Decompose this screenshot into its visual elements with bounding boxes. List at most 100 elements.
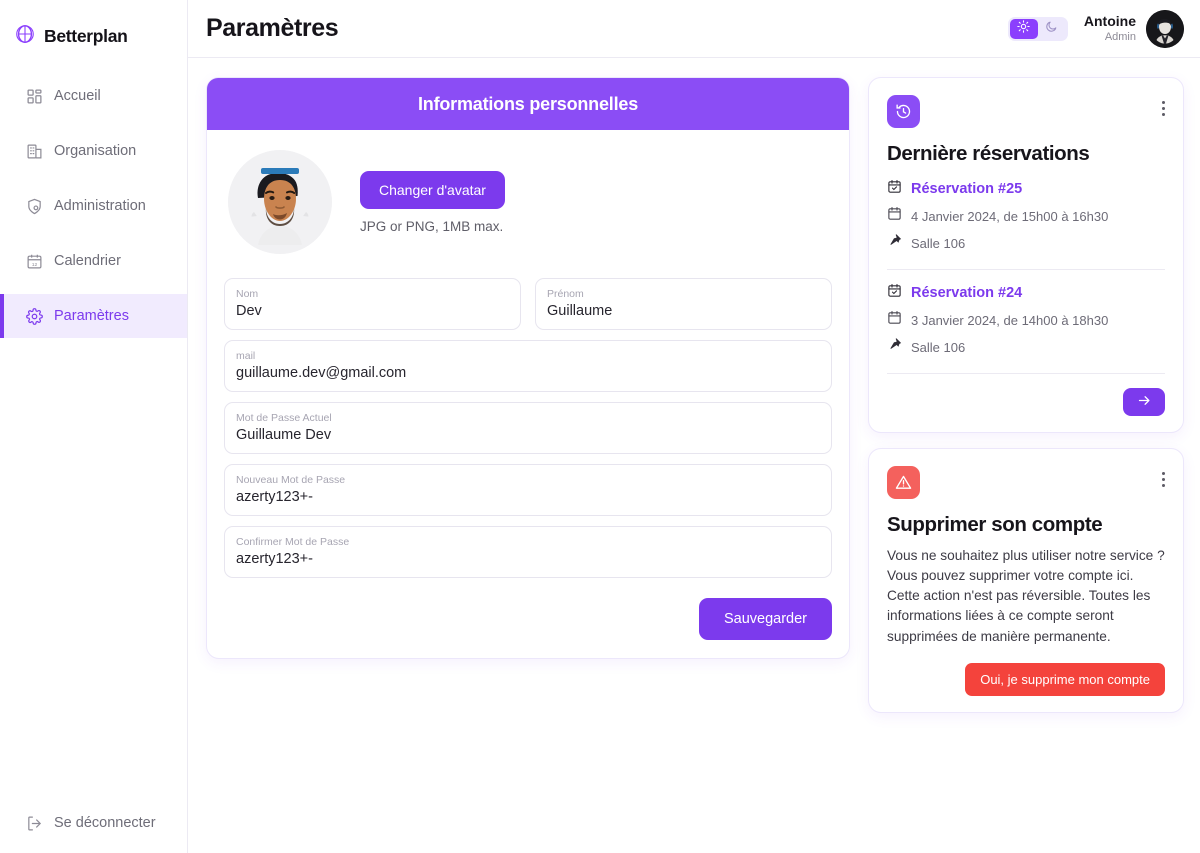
mail-field[interactable]: mail guillaume.dev@gmail.com xyxy=(224,340,832,392)
grid-icon xyxy=(26,88,43,105)
new-password-label: Nouveau Mot de Passe xyxy=(236,474,346,486)
mail-label: mail xyxy=(236,350,256,362)
change-avatar-button[interactable]: Changer d'avatar xyxy=(360,170,505,209)
calendar-check-icon xyxy=(887,283,902,303)
logout-button[interactable]: Se déconnecter xyxy=(0,803,187,843)
prenom-field[interactable]: Prénom Guillaume xyxy=(535,278,832,330)
calendar-icon xyxy=(887,206,902,226)
reservations-card: Dernière réservations Réservation #25 4 … xyxy=(868,77,1184,433)
avatar-actions: Changer d'avatar JPG or PNG, 1MB max. xyxy=(360,170,505,234)
confirm-password-label: Confirmer Mot de Passe xyxy=(236,536,350,548)
new-password-field[interactable]: Nouveau Mot de Passe azerty123+- xyxy=(224,464,832,516)
theme-toggle[interactable] xyxy=(1007,16,1068,41)
arrow-right-icon xyxy=(1137,393,1152,411)
new-password-value: azerty123+- xyxy=(236,489,313,505)
history-icon xyxy=(887,95,920,128)
sidebar: Betterplan Accueil Organisation Administ… xyxy=(0,0,188,853)
main-area: Paramètres Antoine Admin Informations pe… xyxy=(188,0,1200,853)
confirm-password-field[interactable]: Confirmer Mot de Passe azerty123+- xyxy=(224,526,832,578)
delete-account-card: Supprimer son compte Vous ne souhaitez p… xyxy=(868,448,1184,713)
sidebar-item-administration[interactable]: Administration xyxy=(0,184,187,228)
avatar[interactable] xyxy=(1146,9,1184,48)
calendar-icon xyxy=(887,310,902,330)
nom-value: Dev xyxy=(236,303,262,319)
right-column: Dernière réservations Réservation #25 4 … xyxy=(868,77,1184,713)
delete-account-action-row: Oui, je supprime mon compte xyxy=(887,662,1165,696)
nom-field[interactable]: Nom Dev xyxy=(224,278,521,330)
divider xyxy=(887,269,1165,270)
dot xyxy=(1162,101,1165,104)
delete-account-menu-button[interactable] xyxy=(1162,466,1165,487)
page-title: Paramètres xyxy=(206,14,339,42)
pin-icon xyxy=(887,233,902,253)
reservations-menu-button[interactable] xyxy=(1162,95,1165,116)
dot xyxy=(1162,478,1165,481)
avatar-row: Changer d'avatar JPG or PNG, 1MB max. xyxy=(224,146,832,268)
reservation-room: Salle 106 xyxy=(911,235,966,251)
reservation-name-line[interactable]: Réservation #24 xyxy=(887,283,1165,303)
shield-user-icon xyxy=(26,198,43,215)
svg-text:12: 12 xyxy=(32,261,38,267)
new-password-row: Nouveau Mot de Passe azerty123+- xyxy=(224,464,832,516)
theme-dark-option[interactable] xyxy=(1038,19,1066,39)
sidebar-item-label: Calendrier xyxy=(54,253,121,269)
reservation-room: Salle 106 xyxy=(911,339,966,355)
see-all-reservations-button[interactable] xyxy=(1123,388,1165,416)
save-button[interactable]: Sauvegarder xyxy=(698,598,832,640)
app-root: Betterplan Accueil Organisation Administ… xyxy=(0,0,1200,853)
content-area: Informations personnelles Changer d'avat… xyxy=(188,58,1200,853)
personal-info-card: Informations personnelles Changer d'avat… xyxy=(206,77,850,659)
current-password-value: Guillaume Dev xyxy=(236,427,332,443)
reservation-item: Réservation #24 3 Janvier 2024, de 14h00… xyxy=(887,283,1165,357)
reservation-date: 4 Janvier 2024, de 15h00 à 16h30 xyxy=(911,208,1109,224)
calendar-check-icon xyxy=(887,179,902,199)
user-text: Antoine Admin xyxy=(1084,13,1136,44)
sun-icon xyxy=(1017,19,1031,38)
nom-label: Nom xyxy=(236,288,259,300)
personal-info-header: Informations personnelles xyxy=(207,78,849,130)
save-row: Sauvegarder xyxy=(224,598,832,640)
prenom-label: Prénom xyxy=(547,288,584,300)
delete-account-button[interactable]: Oui, je supprime mon compte xyxy=(965,662,1165,696)
sidebar-item-parametres[interactable]: Paramètres xyxy=(0,294,187,338)
calendar-icon: 12 xyxy=(26,253,43,270)
dot xyxy=(1162,107,1165,110)
sidebar-item-organisation[interactable]: Organisation xyxy=(0,129,187,173)
user-block[interactable]: Antoine Admin xyxy=(1084,9,1184,48)
dot xyxy=(1162,484,1165,487)
warning-icon xyxy=(887,466,920,499)
gear-icon xyxy=(26,307,43,325)
current-password-field[interactable]: Mot de Passe Actuel Guillaume Dev xyxy=(224,402,832,454)
pin-icon xyxy=(887,337,902,357)
personal-info-title: Informations personnelles xyxy=(417,93,639,114)
sidebar-item-accueil[interactable]: Accueil xyxy=(0,74,187,118)
moon-icon xyxy=(1045,20,1058,38)
sidebar-item-calendrier[interactable]: 12 Calendrier xyxy=(0,239,187,283)
reservation-link[interactable]: Réservation #25 xyxy=(911,181,1022,197)
reservations-title: Dernière réservations xyxy=(887,142,1090,165)
current-password-row: Mot de Passe Actuel Guillaume Dev xyxy=(224,402,832,454)
reservation-date-line: 3 Janvier 2024, de 14h00 à 18h30 xyxy=(887,310,1165,330)
name-row: Nom Dev Prénom Guillaume xyxy=(224,278,832,330)
sidebar-item-label: Paramètres xyxy=(54,308,129,324)
brand-name: Betterplan xyxy=(44,25,128,46)
sidebar-item-label: Administration xyxy=(54,198,146,214)
user-role: Admin xyxy=(1104,31,1136,44)
reservation-name-line[interactable]: Réservation #25 xyxy=(887,179,1165,199)
topbar: Paramètres Antoine Admin xyxy=(188,0,1200,58)
delete-account-header xyxy=(887,466,1165,499)
delete-account-title: Supprimer son compte xyxy=(887,513,1103,536)
theme-light-option[interactable] xyxy=(1009,18,1038,39)
sidebar-nav: Accueil Organisation Administration 12 C… xyxy=(0,74,187,338)
mail-row: mail guillaume.dev@gmail.com xyxy=(224,340,832,392)
user-name: Antoine xyxy=(1083,13,1136,30)
topbar-right: Antoine Admin xyxy=(1007,9,1184,48)
reservation-room-line: Salle 106 xyxy=(887,337,1165,357)
confirm-password-row: Confirmer Mot de Passe azerty123+- xyxy=(224,526,832,578)
reservation-date: 3 Janvier 2024, de 14h00 à 18h30 xyxy=(911,312,1109,328)
reservation-link[interactable]: Réservation #24 xyxy=(911,285,1022,301)
brand[interactable]: Betterplan xyxy=(0,0,187,56)
profile-photo xyxy=(228,150,332,254)
current-password-label: Mot de Passe Actuel xyxy=(236,412,332,424)
reservation-date-line: 4 Janvier 2024, de 15h00 à 16h30 xyxy=(887,206,1165,226)
